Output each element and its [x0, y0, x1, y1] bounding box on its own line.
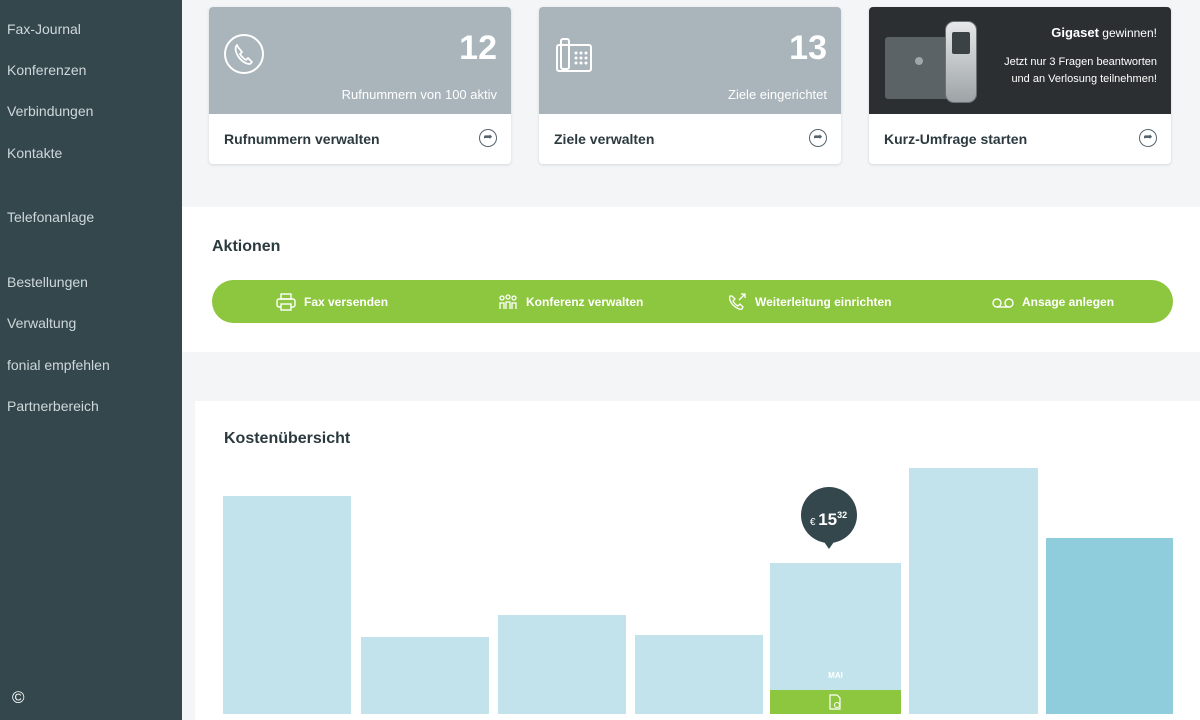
create-announcement-button[interactable]: Ansage anlegen	[992, 280, 1114, 323]
create-announcement-label: Ansage anlegen	[1022, 294, 1115, 309]
numbers-card-header: 12 Rufnummern von 100 aktiv	[209, 7, 511, 114]
sidebar-item-telefonanlage[interactable]: Telefonanlage	[7, 209, 94, 225]
promo-banner[interactable]: Gigaset gewinnen! Jetzt nur 3 Fragen bea…	[869, 7, 1171, 114]
send-fax-label: Fax versenden	[304, 294, 389, 309]
sidebar-item-verwaltung[interactable]: Verwaltung	[7, 315, 76, 331]
cost-bar[interactable]	[1046, 538, 1173, 714]
send-fax-button[interactable]: Fax versenden	[276, 280, 388, 323]
phone-circle-icon	[223, 33, 265, 80]
manage-targets-link[interactable]: Ziele verwalten	[554, 131, 654, 147]
arrow-right-icon[interactable]: ➦	[809, 129, 827, 147]
promo-brand-suffix: gewinnen!	[1102, 26, 1157, 40]
tooltip-currency: €	[809, 517, 819, 528]
sidebar-item-fax-journal[interactable]: Fax-Journal	[7, 21, 81, 37]
cost-bar[interactable]	[635, 635, 763, 714]
manage-conference-label: Konferenz verwalten	[526, 294, 644, 309]
numbers-count: 12	[459, 29, 497, 67]
targets-subtitle: Ziele eingerichtet	[728, 87, 827, 102]
setup-forwarding-label: Weiterleitung einrichten	[755, 294, 892, 309]
sidebar-item-partnerbereich[interactable]: Partnerbereich	[7, 398, 99, 414]
action-bar: Fax versenden Konferenz verwalten Weiter…	[212, 280, 1173, 323]
sidebar-item-fonial-empfehlen[interactable]: fonial empfehlen	[7, 357, 110, 373]
cordless-phone-image	[945, 21, 977, 103]
manage-conference-button[interactable]: Konferenz verwalten	[498, 280, 643, 323]
numbers-card[interactable]: 12 Rufnummern von 100 aktiv Rufnummern v…	[209, 7, 511, 164]
voicemail-icon	[992, 295, 1014, 309]
sidebar-item-bestellungen[interactable]: Bestellungen	[7, 274, 88, 290]
promo-text: Jetzt nur 3 Fragen beantworten und an Ve…	[1004, 56, 1157, 85]
numbers-subtitle: Rufnummern von 100 aktiv	[341, 87, 497, 102]
cost-chart: € 1532 MAI	[195, 401, 1200, 720]
invoice-download-button[interactable]	[770, 690, 901, 714]
cost-bar-current[interactable]: MAI	[770, 563, 901, 714]
manage-numbers-link[interactable]: Rufnummern verwalten	[224, 131, 380, 147]
promo-card[interactable]: Gigaset gewinnen! Jetzt nur 3 Fragen bea…	[869, 7, 1171, 164]
fax-icon	[276, 292, 296, 311]
setup-forwarding-button[interactable]: Weiterleitung einrichten	[727, 280, 891, 323]
cost-bar[interactable]	[361, 637, 489, 714]
actions-title: Aktionen	[212, 238, 281, 255]
sidebar-item-verbindungen[interactable]: Verbindungen	[7, 103, 93, 119]
tooltip-cents: 32	[837, 510, 848, 520]
cost-bar[interactable]	[223, 496, 351, 714]
forward-call-icon	[727, 292, 747, 312]
document-download-icon	[829, 694, 841, 710]
start-survey-link[interactable]: Kurz-Umfrage starten	[884, 131, 1027, 147]
arrow-right-icon[interactable]: ➦	[479, 129, 497, 147]
targets-card[interactable]: 13 Ziele eingerichtet Ziele verwalten ➦	[539, 7, 841, 164]
promo-brand: Gigaset gewinnen!	[1051, 25, 1157, 40]
tooltip-euros: 15	[818, 510, 838, 529]
targets-count: 13	[789, 29, 827, 67]
sidebar-item-kontakte[interactable]: Kontakte	[7, 145, 62, 161]
cost-tooltip: € 1532	[800, 487, 857, 549]
desk-phone-icon	[555, 37, 593, 78]
promo-brand-name: Gigaset	[1051, 25, 1099, 40]
targets-card-header: 13 Ziele eingerichtet	[539, 7, 841, 114]
arrow-right-icon[interactable]: ➦	[1139, 129, 1157, 147]
copyright-symbol: ©	[12, 688, 25, 707]
cost-bar[interactable]	[498, 615, 626, 714]
cost-overview-section: Kostenübersicht € 1532 MAI	[195, 401, 1200, 720]
sidebar-item-konferenzen[interactable]: Konferenzen	[7, 62, 86, 78]
sidebar: Fax-Journal Konferenzen Verbindungen Kon…	[0, 0, 182, 720]
cost-bar[interactable]	[909, 468, 1038, 714]
conference-icon	[498, 293, 518, 311]
bar-month-label: MAI	[828, 671, 843, 680]
actions-section: Aktionen Fax versenden Konferenz verwalt…	[182, 207, 1200, 352]
